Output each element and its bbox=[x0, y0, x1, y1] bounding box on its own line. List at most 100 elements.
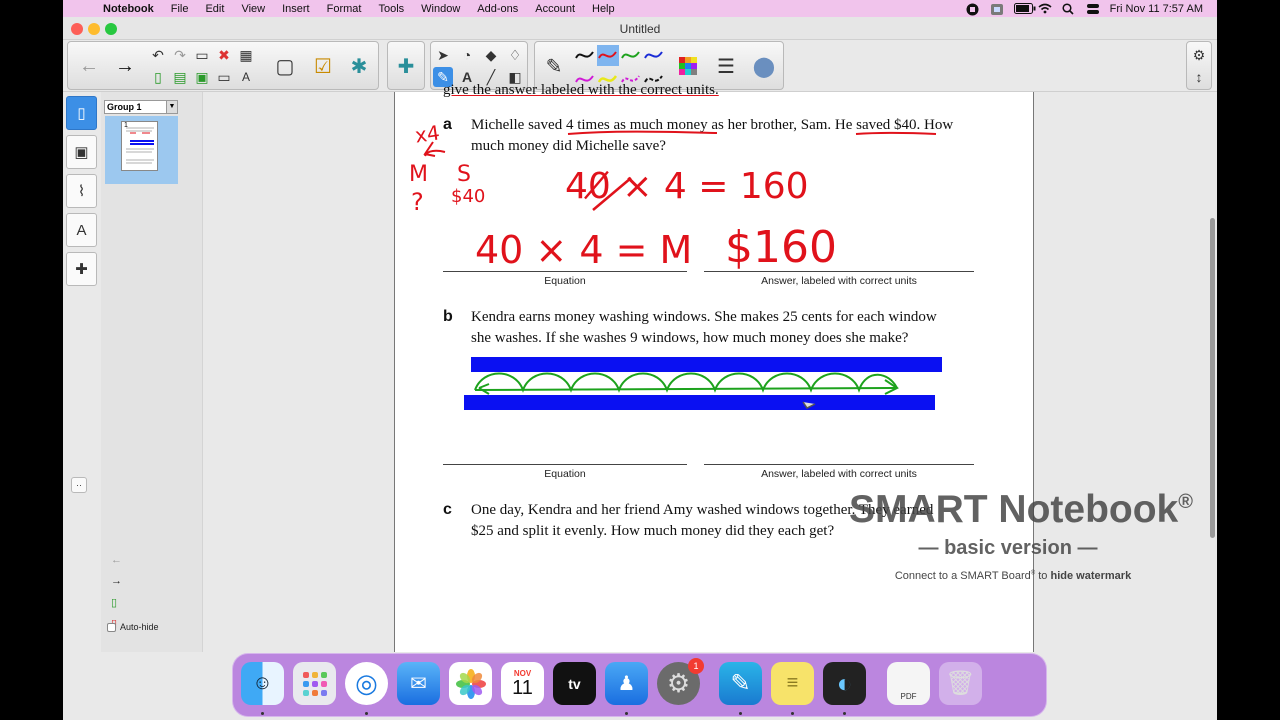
page-thumbnail-selected[interactable]: 1 bbox=[105, 116, 178, 184]
menu-window[interactable]: Window bbox=[413, 3, 469, 15]
addons-button[interactable]: ✚ bbox=[389, 49, 423, 83]
new-page-button[interactable]: ▯ bbox=[148, 67, 168, 87]
activity-builder-button[interactable]: ✱ bbox=[342, 49, 376, 83]
dock-quicktime[interactable]: ◐ bbox=[823, 662, 866, 705]
menu-edit[interactable]: Edit bbox=[197, 3, 233, 15]
undo-button[interactable]: ↶ bbox=[148, 45, 168, 65]
toolbar-position-button[interactable]: ↕ bbox=[1189, 67, 1209, 87]
dock-photos[interactable] bbox=[449, 662, 492, 705]
page-icon: ▯ bbox=[77, 105, 86, 122]
color-picker-button[interactable] bbox=[671, 49, 705, 83]
text-format-button[interactable]: A bbox=[236, 67, 256, 87]
tab-addons[interactable]: ✚ bbox=[66, 252, 97, 286]
autohide-toggle[interactable]: Auto-hide bbox=[107, 622, 159, 632]
dock-trash[interactable]: 🗑 bbox=[939, 662, 982, 705]
record-stop-icon[interactable] bbox=[966, 3, 980, 16]
paste-button[interactable]: ▤ bbox=[170, 67, 190, 87]
line-style-button[interactable]: ☰ bbox=[709, 49, 743, 83]
window-title: Untitled bbox=[619, 22, 661, 36]
equation-line-b bbox=[443, 464, 687, 465]
paste-icon: ▤ bbox=[173, 68, 187, 85]
launchpad-icon bbox=[302, 671, 327, 696]
tab-attachments[interactable]: ⌇ bbox=[66, 174, 97, 208]
shape-icon: ◆ bbox=[485, 46, 497, 63]
menu-insert[interactable]: Insert bbox=[274, 3, 319, 15]
dock-pdf-document[interactable]: PDF bbox=[887, 662, 930, 705]
redo-icon: ↷ bbox=[174, 46, 186, 63]
sorter-next-icon[interactable]: → bbox=[111, 575, 122, 587]
menu-account[interactable]: Account bbox=[527, 3, 584, 15]
dock-mail[interactable]: ✉ bbox=[397, 662, 440, 705]
tab-page-sorter[interactable]: ▯ bbox=[66, 96, 97, 130]
screen-app-icon[interactable] bbox=[990, 3, 1004, 15]
dock-apple-tv[interactable]: tv bbox=[553, 662, 596, 705]
undo-icon: ↶ bbox=[152, 46, 164, 63]
gear-icon: ⚙ bbox=[1192, 46, 1206, 63]
puzzle-icon: ✚ bbox=[397, 55, 415, 78]
previous-page-button[interactable]: ← bbox=[72, 49, 106, 83]
properties-button[interactable]: ⬤ bbox=[747, 49, 781, 83]
menu-format[interactable]: Format bbox=[319, 3, 371, 15]
select-tool-button[interactable]: ➤ bbox=[433, 45, 453, 65]
dock-finder[interactable]: ☺ bbox=[241, 662, 284, 705]
properties-a-icon: A bbox=[76, 221, 87, 239]
sorter-prev-icon[interactable]: ← bbox=[111, 554, 122, 566]
workspace: give the answer labeled with the correct… bbox=[203, 82, 1217, 652]
screen-shade-button[interactable]: ▢ bbox=[268, 49, 302, 83]
page-sorter: Group 1 ▼ 1 ← → ▯ ▯ Auto-hide bbox=[101, 92, 203, 652]
wifi-icon[interactable] bbox=[1038, 3, 1052, 14]
open-file-button[interactable]: ▭ bbox=[192, 45, 212, 65]
updown-arrow-icon: ↕ bbox=[1195, 69, 1203, 85]
fill-tool-button[interactable]: ♢ bbox=[505, 45, 525, 65]
response-button[interactable]: ☑ bbox=[306, 49, 340, 83]
save-icon: ▣ bbox=[195, 68, 209, 85]
save-button[interactable]: ▣ bbox=[192, 67, 212, 87]
arrow-right-icon: → bbox=[115, 54, 135, 77]
shapes-tool-button[interactable]: ◔ bbox=[457, 45, 477, 65]
calendar-day: 11 bbox=[512, 677, 533, 699]
tab-gallery[interactable]: ▣ bbox=[66, 135, 97, 169]
chevron-down-icon: ▼ bbox=[166, 101, 177, 113]
window-titlebar: Untitled bbox=[63, 17, 1217, 40]
dock-calendar[interactable]: NOV 11 bbox=[501, 662, 544, 705]
finder-icon: ☺ bbox=[252, 672, 273, 694]
sorter-add-page-icon[interactable]: ▯ bbox=[111, 596, 117, 609]
tab-properties[interactable]: A bbox=[66, 213, 97, 247]
notebook-page[interactable]: give the answer labeled with the correct… bbox=[394, 82, 1034, 652]
menu-view[interactable]: View bbox=[233, 3, 274, 15]
menu-notebook[interactable]: Notebook bbox=[95, 3, 163, 15]
dock-safari[interactable]: ◎ bbox=[345, 662, 388, 705]
spotlight-search-icon[interactable] bbox=[1062, 3, 1076, 15]
quicktime-q-icon: ◐ bbox=[836, 668, 853, 698]
dock-system-settings[interactable]: ⚙ 1 bbox=[657, 658, 704, 705]
dock-keynote[interactable]: ♟ bbox=[605, 662, 648, 705]
next-page-button[interactable]: → bbox=[108, 49, 142, 83]
autohide-checkbox[interactable] bbox=[107, 622, 116, 632]
menu-help[interactable]: Help bbox=[584, 3, 624, 15]
full-screen-button[interactable]: ▭ bbox=[214, 67, 234, 87]
mail-envelope-icon: ✉ bbox=[410, 673, 427, 695]
green-jumps-drawing bbox=[474, 372, 899, 409]
dock-launchpad[interactable] bbox=[293, 662, 336, 705]
delete-button[interactable]: ✖ bbox=[214, 45, 234, 65]
page-thumbnail[interactable]: 1 bbox=[121, 121, 158, 171]
insert-table-button[interactable]: ▦ bbox=[236, 45, 256, 65]
eraser-shape-tool-button[interactable]: ◆ bbox=[481, 45, 501, 65]
collapse-panel-button[interactable]: ·· bbox=[71, 477, 87, 493]
menubar-clock[interactable]: Fri Nov 11 7:57 AM bbox=[1110, 3, 1203, 15]
group-select[interactable]: Group 1 ▼ bbox=[104, 100, 178, 114]
menu-addons[interactable]: Add-ons bbox=[469, 3, 527, 15]
control-center-icon[interactable] bbox=[1086, 3, 1100, 14]
menu-tools[interactable]: Tools bbox=[370, 3, 413, 15]
dock-stickies[interactable]: ≡ bbox=[771, 662, 814, 705]
battery-icon[interactable] bbox=[1013, 3, 1036, 14]
dock-smart-notebook[interactable]: ✎ bbox=[719, 662, 762, 705]
menu-file[interactable]: File bbox=[163, 3, 198, 15]
pen-type-button[interactable]: ✎ bbox=[537, 49, 571, 83]
appletv-label: tv bbox=[568, 675, 581, 692]
question-c-line2: $25 and split it evenly. How much money … bbox=[471, 523, 835, 539]
settings-button[interactable]: ⚙ bbox=[1189, 45, 1209, 65]
delete-x-icon: ✖ bbox=[218, 46, 230, 63]
redo-button[interactable]: ↷ bbox=[170, 45, 190, 65]
vertical-scrollbar[interactable] bbox=[1210, 218, 1215, 538]
